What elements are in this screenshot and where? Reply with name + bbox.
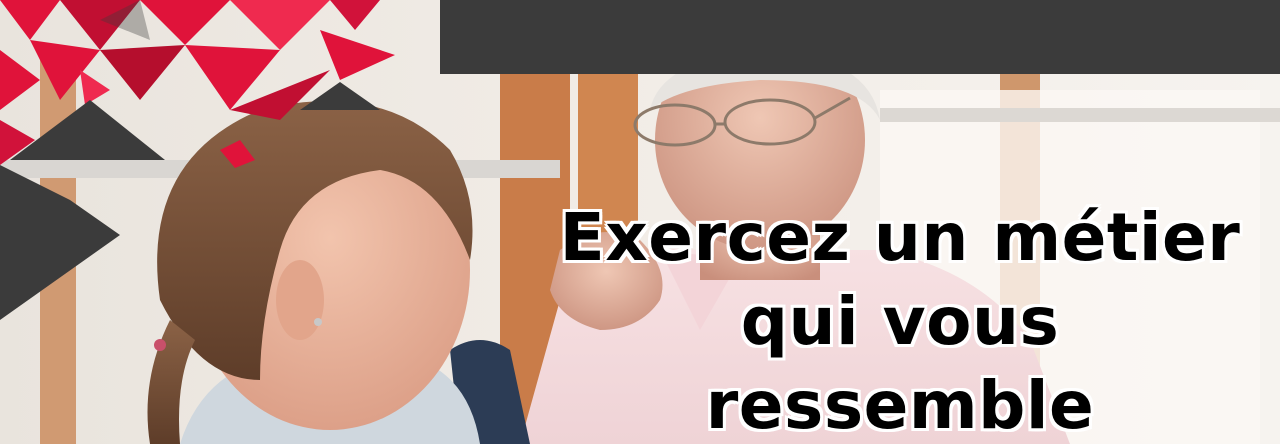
hero-banner: Exercez un métier qui vous ressemble — [0, 0, 1280, 444]
top-dark-bar — [440, 0, 1280, 74]
headline-line-1: Exercez un métier — [559, 199, 1241, 276]
headline-line-2: qui vous ressemble — [705, 283, 1095, 444]
headline: Exercez un métier qui vous ressemble — [540, 196, 1260, 444]
geometric-decoration — [0, 0, 395, 320]
